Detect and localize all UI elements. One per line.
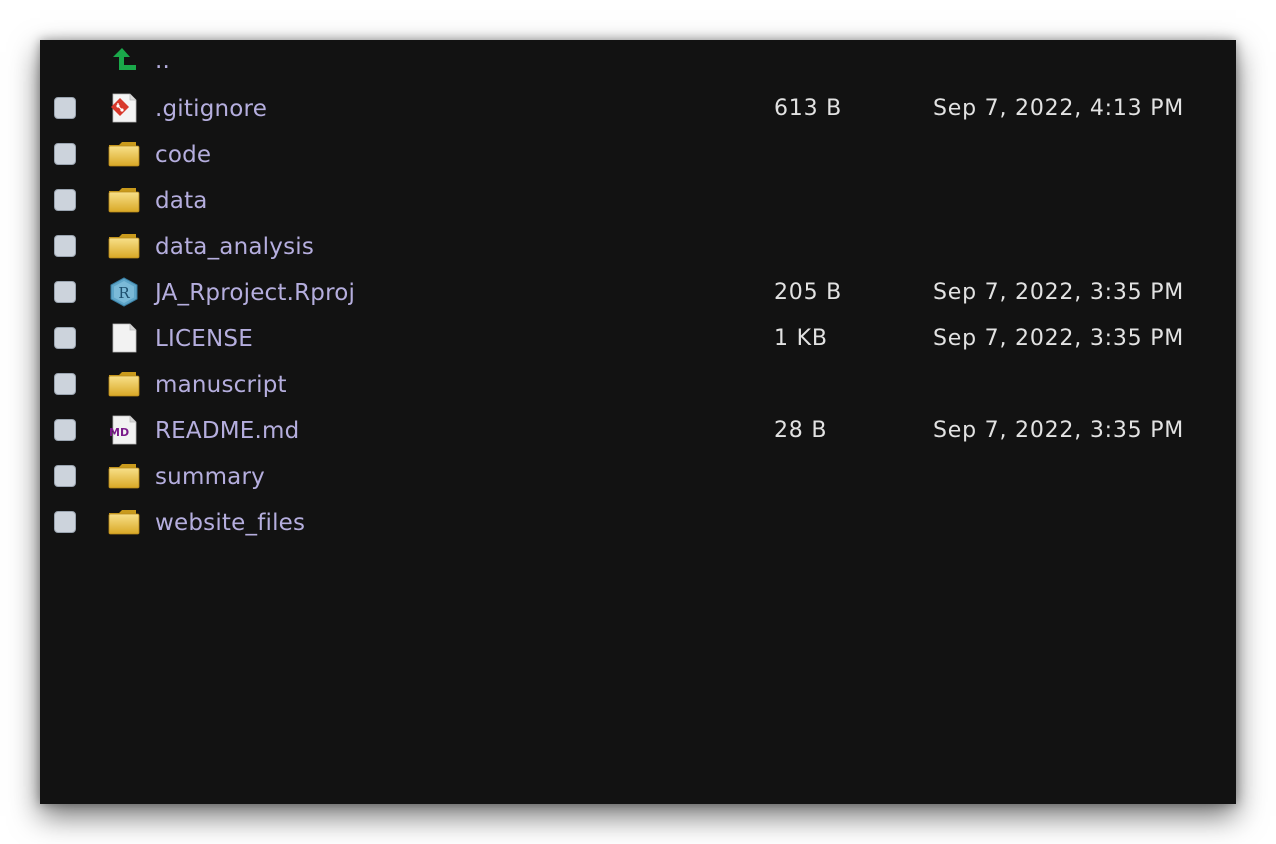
file-size: 613 B (774, 96, 843, 121)
file-name-link[interactable]: manuscript (155, 372, 287, 398)
file-row-rproj: R JA_Rproject.Rproj 205 B Sep 7, 2022, 3… (40, 270, 1236, 316)
file-name-link[interactable]: JA_Rproject.Rproj (155, 280, 355, 306)
file-name-link[interactable]: .gitignore (155, 96, 267, 122)
select-checkbox[interactable] (54, 511, 76, 533)
folder-icon (108, 507, 140, 537)
svg-text:R: R (118, 284, 130, 302)
file-modified: Sep 7, 2022, 3:35 PM (933, 326, 1185, 351)
folder-icon (108, 461, 140, 491)
parent-directory-link[interactable]: .. (155, 48, 170, 74)
select-checkbox[interactable] (54, 419, 76, 441)
select-checkbox[interactable] (54, 465, 76, 487)
file-name-link[interactable]: website_files (155, 510, 305, 536)
file-name-link[interactable]: code (155, 142, 211, 168)
markdown-file-icon: MD (108, 415, 140, 445)
select-checkbox[interactable] (54, 235, 76, 257)
select-checkbox[interactable] (54, 281, 76, 303)
folder-icon (108, 139, 140, 169)
file-row-website-files: website_files (40, 500, 1236, 546)
folder-icon (108, 185, 140, 215)
rproj-file-icon: R (108, 277, 140, 307)
file-modified: Sep 7, 2022, 3:35 PM (933, 418, 1185, 443)
parent-directory-row[interactable]: .. (40, 40, 1236, 86)
file-size: 205 B (774, 280, 843, 305)
file-name-link[interactable]: data_analysis (155, 234, 314, 260)
file-name-link[interactable]: data (155, 188, 208, 214)
file-name-link[interactable]: README.md (155, 418, 299, 444)
file-row-code: code (40, 132, 1236, 178)
file-row-manuscript: manuscript (40, 362, 1236, 408)
file-name-link[interactable]: LICENSE (155, 326, 253, 352)
file-row-data-analysis: data_analysis (40, 224, 1236, 270)
file-row-summary: summary (40, 454, 1236, 500)
file-row-readme: MD README.md 28 B Sep 7, 2022, 3:35 PM (40, 408, 1236, 454)
file-size: 28 B (774, 418, 828, 443)
file-row-data: data (40, 178, 1236, 224)
select-checkbox[interactable] (54, 143, 76, 165)
file-row-gitignore: .gitignore 613 B Sep 7, 2022, 4:13 PM (40, 86, 1236, 132)
select-checkbox[interactable] (54, 189, 76, 211)
text-file-icon (108, 323, 140, 353)
svg-text:MD: MD (109, 426, 129, 439)
file-size: 1 KB (774, 326, 828, 351)
file-row-license: LICENSE 1 KB Sep 7, 2022, 3:35 PM (40, 316, 1236, 362)
folder-icon (108, 369, 140, 399)
git-file-icon (108, 93, 140, 123)
file-name-link[interactable]: summary (155, 464, 265, 490)
folder-icon (108, 231, 140, 261)
select-checkbox[interactable] (54, 327, 76, 349)
file-modified: Sep 7, 2022, 4:13 PM (933, 96, 1185, 121)
file-browser-panel: .. .gitignore 613 B Sep 7, 2022, 4:13 PM (40, 40, 1236, 804)
up-arrow-icon (108, 45, 140, 75)
file-modified: Sep 7, 2022, 3:35 PM (933, 280, 1185, 305)
select-checkbox[interactable] (54, 97, 76, 119)
select-checkbox[interactable] (54, 373, 76, 395)
